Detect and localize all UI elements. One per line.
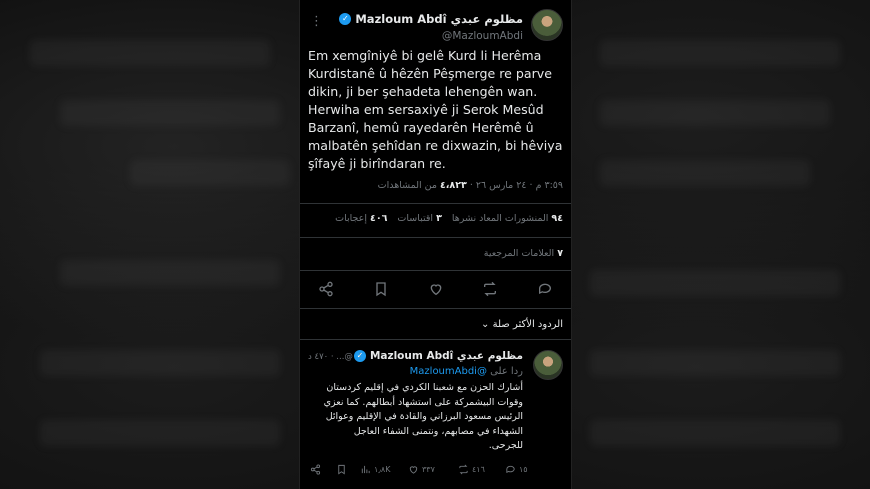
retweet-icon[interactable]	[480, 279, 500, 299]
tweet-date[interactable]: ٢٤ مارس ٢٦	[476, 180, 527, 191]
reposts-label: المنشورات المعاد نشرها	[451, 213, 549, 224]
reply-handle-time: ⋮ @... · ٤٧٠ د	[308, 352, 364, 362]
reply-avatar[interactable]	[533, 350, 563, 380]
tweet-text: Em xemgîniyê bi gelê Kurd li Herêma Kurd…	[308, 48, 563, 171]
divider	[300, 308, 571, 309]
reply-display-name: Mazloum Abdî مظلوم عبدي	[369, 350, 523, 362]
likes-stat[interactable]: ٤٠٦ إعجابات	[335, 213, 387, 224]
author-handle[interactable]: @MazloumAbdi	[442, 30, 523, 42]
replying-to-label: ردا على	[490, 366, 523, 377]
reply-share-button[interactable]	[310, 464, 321, 475]
bookmarks-count: ٧	[557, 248, 563, 259]
author-display-name: Mazloum Abdî مظلوم عبدي	[355, 12, 523, 26]
reply-views-count: ١٫٨K	[374, 465, 391, 474]
quotes-stat[interactable]: ٣ اقتباسات	[397, 213, 441, 224]
quotes-count: ٣	[436, 213, 442, 224]
share-icon	[310, 464, 321, 475]
bookmark-icon[interactable]	[371, 279, 391, 299]
quotes-label: اقتباسات	[397, 213, 434, 224]
reply-likes-count: ٣٣٧	[422, 465, 435, 474]
more-vertical-icon[interactable]: ⋮	[356, 352, 365, 362]
likes-label: إعجابات	[335, 213, 367, 224]
reposts-stat[interactable]: ٩٤ المنشورات المعاد نشرها	[452, 213, 563, 224]
engagement-stats: ٩٤ المنشورات المعاد نشرها ٣ اقتباسات ٤٠٦…	[335, 213, 563, 224]
heart-icon	[409, 466, 418, 474]
tweet-time[interactable]: ٣:٥٩ م	[536, 180, 563, 191]
views-count: ٤،٨٢٣	[439, 180, 467, 191]
reply-action-bar: ١٫٨K ٣٣٧ ٤١٦ ١٥	[310, 464, 528, 480]
retweet-icon	[459, 464, 468, 475]
reply-like-button[interactable]: ٣٣٧	[408, 464, 435, 475]
tweet-screenshot: ⋮ ✓ Mazloum Abdî مظلوم عبدي @MazloumAbdi…	[300, 0, 571, 489]
sort-label: الردود الأكثر صلة	[492, 319, 563, 330]
divider	[300, 339, 571, 340]
reply-repost-button[interactable]: ٤١٦	[458, 464, 485, 475]
reply-bookmark-button[interactable]	[336, 464, 347, 475]
share-icon[interactable]	[316, 279, 336, 299]
views-label: من المشاهدات	[377, 180, 437, 191]
author-name-row[interactable]: ✓ Mazloum Abdî مظلوم عبدي	[339, 12, 523, 26]
reply-reposts-count: ٤١٦	[472, 465, 485, 474]
divider	[300, 270, 571, 271]
replies-sort-dropdown[interactable]: الردود الأكثر صلة ⌄	[481, 319, 563, 330]
chevron-down-icon: ⌄	[481, 319, 490, 330]
more-vertical-icon[interactable]: ⋮	[310, 14, 323, 29]
replying-to: ردا على @MazloumAbdi	[410, 366, 523, 377]
divider	[300, 237, 571, 238]
bookmarks-label: العلامات المرجعية	[483, 248, 555, 259]
reply-handle[interactable]: @... · ٤٧٠ د	[308, 352, 353, 362]
divider	[300, 203, 571, 204]
replying-to-handle[interactable]: @MazloumAbdi	[410, 366, 487, 377]
reply-icon[interactable]	[535, 279, 555, 299]
reposts-count: ٩٤	[551, 213, 563, 224]
views-icon	[361, 465, 370, 474]
bookmark-icon	[338, 464, 345, 475]
reply-header: Mazloum Abdî مظلوم عبدي ✓ ⋮ @... · ٤٧٠ د	[300, 346, 571, 380]
reply-views-button[interactable]: ١٫٨K	[360, 464, 390, 475]
reply-icon	[506, 465, 515, 473]
tweet-header: ⋮ ✓ Mazloum Abdî مظلوم عبدي @MazloumAbdi	[300, 6, 571, 46]
bookmarks-stat[interactable]: ٧ العلامات المرجعية	[484, 248, 563, 259]
likes-count: ٤٠٦	[370, 213, 388, 224]
reply-text: أشارك الحزن مع شعبنا الكردي في إقليم كرد…	[323, 382, 523, 451]
reply-author-row[interactable]: Mazloum Abdî مظلوم عبدي ✓	[353, 350, 523, 362]
verified-badge-icon: ✓	[339, 13, 352, 25]
author-avatar[interactable]	[531, 9, 563, 41]
heart-icon[interactable]	[426, 279, 446, 299]
tweet-action-bar	[300, 279, 571, 301]
reply-replies-count: ١٥	[519, 465, 528, 474]
tweet-timestamp-views: ٣:٥٩ م · ٢٤ مارس ٢٦ · ٤،٨٢٣ من المشاهدات	[377, 180, 563, 191]
reply-reply-button[interactable]: ١٥	[505, 464, 528, 475]
